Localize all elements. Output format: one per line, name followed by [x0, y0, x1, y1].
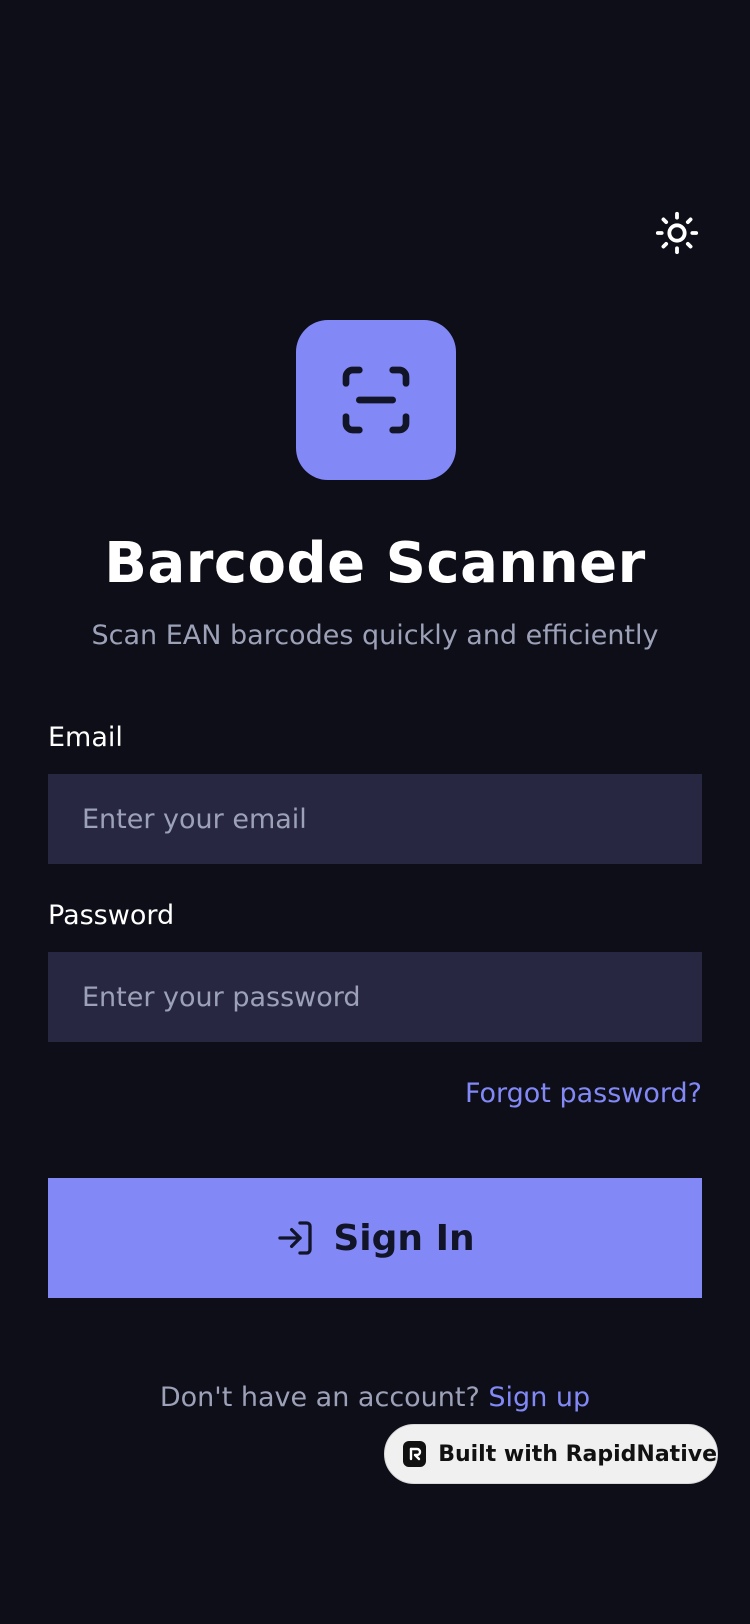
sign-in-screen: Barcode Scanner Scan EAN barcodes quickl… — [0, 0, 750, 1624]
email-field[interactable] — [48, 774, 702, 864]
rapidnative-logo-icon — [403, 1441, 427, 1467]
app-subtitle: Scan EAN barcodes quickly and efficientl… — [91, 620, 659, 651]
password-label: Password — [48, 900, 175, 931]
forgot-password-link[interactable]: Forgot password? — [465, 1074, 702, 1114]
email-label: Email — [48, 722, 123, 753]
built-with-badge[interactable]: Built with RapidNative — [384, 1424, 718, 1484]
sign-in-button[interactable]: Sign In — [48, 1178, 702, 1298]
scan-icon — [342, 366, 410, 434]
app-title: Barcode Scanner — [104, 531, 646, 596]
theme-toggle-button[interactable] — [652, 208, 702, 258]
sign-in-label: Sign In — [333, 1217, 475, 1259]
badge-label: Built with RapidNative — [438, 1441, 717, 1467]
password-field[interactable] — [48, 952, 702, 1042]
app-logo — [296, 320, 456, 480]
signup-prompt: Don't have an account? — [159, 1382, 480, 1413]
sun-icon — [655, 211, 699, 255]
sign-up-link[interactable]: Sign up — [488, 1382, 590, 1413]
log-in-icon — [278, 1221, 313, 1255]
signup-row: Don't have an account? Sign up — [0, 1378, 750, 1418]
